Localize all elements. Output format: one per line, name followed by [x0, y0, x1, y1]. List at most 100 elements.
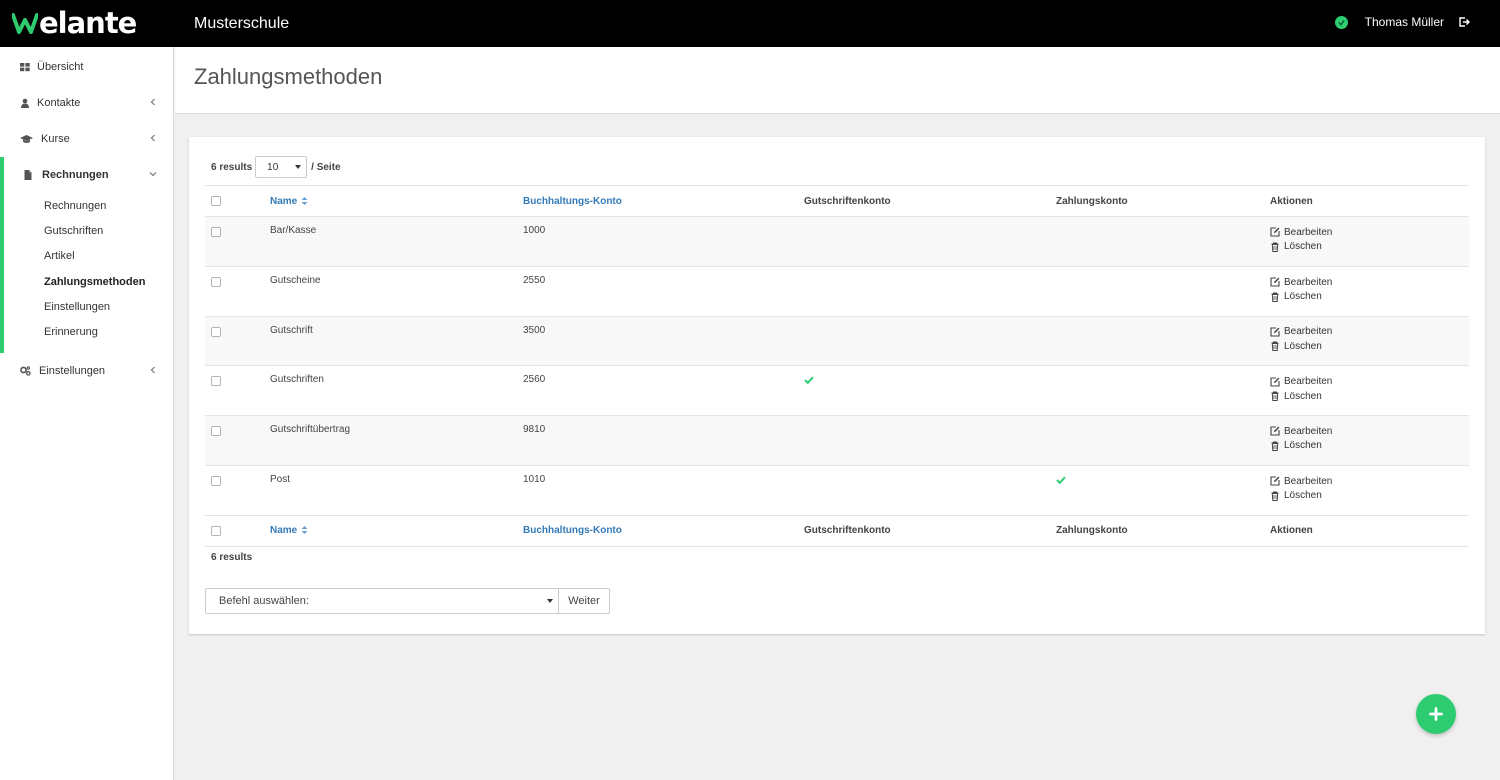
row-checkbox-cell [205, 365, 270, 416]
chevron-left-icon [150, 134, 155, 142]
sidebar-item-uebersicht[interactable]: Übersicht [0, 49, 173, 85]
row-gutschriftenkonto [804, 265, 1056, 317]
edit-link[interactable]: Bearbeiten [1270, 325, 1469, 340]
edit-label: Bearbeiten [1284, 276, 1333, 288]
edit-link[interactable]: Bearbeiten [1270, 424, 1469, 439]
online-status-icon[interactable] [1334, 15, 1348, 29]
sort-icon [301, 526, 308, 535]
sort-konto-link[interactable]: Buchhaltungs-Konto [523, 525, 622, 536]
row-checkbox[interactable] [211, 426, 221, 437]
per-page-select[interactable]: 10 [255, 156, 308, 178]
delete-label: Löschen [1284, 340, 1322, 352]
sort-konto-link[interactable]: Buchhaltungs-Konto [523, 196, 622, 207]
sidebar-item-label: Rechnungen [42, 169, 109, 181]
trash-icon [1271, 292, 1279, 302]
delete-label: Löschen [1284, 390, 1322, 402]
delete-link[interactable]: Löschen [1270, 389, 1469, 404]
sidebar-item-label: Kurse [41, 133, 70, 145]
edit-label: Bearbeiten [1284, 475, 1333, 487]
delete-link[interactable]: Löschen [1270, 488, 1469, 503]
delete-link[interactable]: Löschen [1270, 289, 1469, 304]
header-gutschriftenkonto: Gutschriftenkonto [804, 185, 1056, 217]
footer-aktionen: Aktionen [1270, 514, 1469, 547]
row-gutschriftenkonto [804, 315, 1056, 366]
per-page-suffix: / Seite [311, 161, 341, 173]
trash-icon [1271, 242, 1279, 252]
row-konto: 3500 [523, 315, 804, 366]
row-actions: Bearbeiten Löschen [1270, 464, 1469, 516]
user-name[interactable]: Thomas Müller [1365, 15, 1444, 29]
edit-link[interactable]: Bearbeiten [1270, 275, 1469, 290]
row-actions: Bearbeiten Löschen [1270, 315, 1469, 366]
results-count-bottom: 6 results [211, 552, 253, 563]
sidebar-subitem-einstellungen[interactable]: Einstellungen [4, 294, 173, 319]
edit-link[interactable]: Bearbeiten [1270, 374, 1469, 389]
table-row: Bar/Kasse 1000 Bearbeiten Löschen [205, 216, 1469, 267]
logout-icon[interactable] [1458, 16, 1470, 28]
sidebar-subitem-zahlungsmethoden[interactable]: Zahlungsmethoden [4, 269, 173, 294]
add-payment-method-button[interactable] [1416, 694, 1456, 734]
header-konto[interactable]: Buchhaltungs-Konto [523, 185, 804, 217]
results-bar: 6 results 10 / Seite [211, 156, 341, 178]
trash-icon [1271, 341, 1279, 352]
table-row: Post 1010 Bearbeiten Löschen [205, 464, 1469, 516]
header-name[interactable]: Name [270, 185, 523, 217]
select-all-checkbox-footer[interactable] [211, 525, 221, 536]
row-actions: Bearbeiten Löschen [1270, 216, 1469, 267]
row-zahlungskonto [1056, 265, 1270, 317]
edit-link[interactable]: Bearbeiten [1270, 225, 1469, 240]
footer-konto[interactable]: Buchhaltungs-Konto [523, 514, 804, 547]
edit-icon [1270, 227, 1280, 237]
sort-name-link[interactable]: Name [270, 196, 297, 207]
row-gutschriftenkonto [804, 415, 1056, 466]
table-header-row: Name Buchhaltungs-Konto Gutschriftenkont… [205, 185, 1469, 217]
sidebar-item-einstellungen[interactable]: Einstellungen [0, 353, 173, 389]
delete-label: Löschen [1284, 291, 1322, 303]
row-checkbox[interactable] [211, 276, 221, 287]
sidebar-item-kontakte[interactable]: Kontakte [0, 85, 173, 121]
trash-icon [1271, 391, 1279, 402]
logo-text: elante [39, 6, 137, 40]
sidebar-subitem-erinnerung[interactable]: Erinnerung [4, 319, 173, 344]
check-icon [804, 376, 814, 385]
edit-label: Bearbeiten [1284, 326, 1333, 338]
row-checkbox[interactable] [211, 475, 221, 486]
edit-link[interactable]: Bearbeiten [1270, 474, 1469, 489]
bulk-submit-button[interactable]: Weiter [558, 588, 610, 614]
payment-methods-table: Name Buchhaltungs-Konto Gutschriftenkont… [205, 185, 1469, 547]
footer-zahlungskonto: Zahlungskonto [1056, 514, 1270, 547]
sidebar-subitem-artikel[interactable]: Artikel [4, 244, 173, 269]
row-checkbox[interactable] [211, 326, 221, 337]
brand-logo[interactable]: elante [12, 6, 137, 40]
select-all-checkbox[interactable] [211, 195, 221, 206]
row-checkbox[interactable] [211, 227, 221, 237]
row-actions: Bearbeiten Löschen [1270, 365, 1469, 416]
document-icon [24, 170, 32, 180]
sidebar-item-rechnungen[interactable]: Rechnungen [4, 157, 173, 193]
footer-name[interactable]: Name [270, 514, 523, 547]
row-zahlungskonto [1056, 315, 1270, 366]
edit-label: Bearbeiten [1284, 226, 1333, 238]
row-checkbox[interactable] [211, 376, 221, 387]
sort-name-link[interactable]: Name [270, 525, 297, 536]
row-name: Gutschrift [270, 315, 523, 366]
header-zahlungskonto: Zahlungskonto [1056, 185, 1270, 217]
row-name: Post [270, 464, 523, 516]
sidebar-subitem-gutschriften[interactable]: Gutschriften [4, 218, 173, 243]
delete-link[interactable]: Löschen [1270, 240, 1469, 255]
row-checkbox-cell [205, 315, 270, 366]
sidebar-item-label: Einstellungen [39, 364, 106, 377]
sidebar-subitem-rechnungen[interactable]: Rechnungen [4, 193, 173, 218]
bulk-action-select[interactable]: Befehl auswählen: [205, 588, 559, 614]
graduation-cap-icon [20, 135, 33, 143]
sidebar-item-kurse[interactable]: Kurse [0, 121, 173, 157]
row-konto: 2550 [523, 265, 804, 317]
delete-link[interactable]: Löschen [1270, 439, 1469, 454]
caret-down-icon [295, 165, 302, 169]
table-row: Gutscheine 2550 Bearbeiten Löschen [205, 265, 1469, 317]
row-name: Gutschriftübertrag [270, 415, 523, 466]
footer-gutschriftenkonto: Gutschriftenkonto [804, 514, 1056, 547]
sidebar-item-label: Kontakte [37, 97, 81, 109]
delete-link[interactable]: Löschen [1270, 339, 1469, 354]
top-bar: elante Musterschule Thomas Müller [0, 0, 1500, 47]
